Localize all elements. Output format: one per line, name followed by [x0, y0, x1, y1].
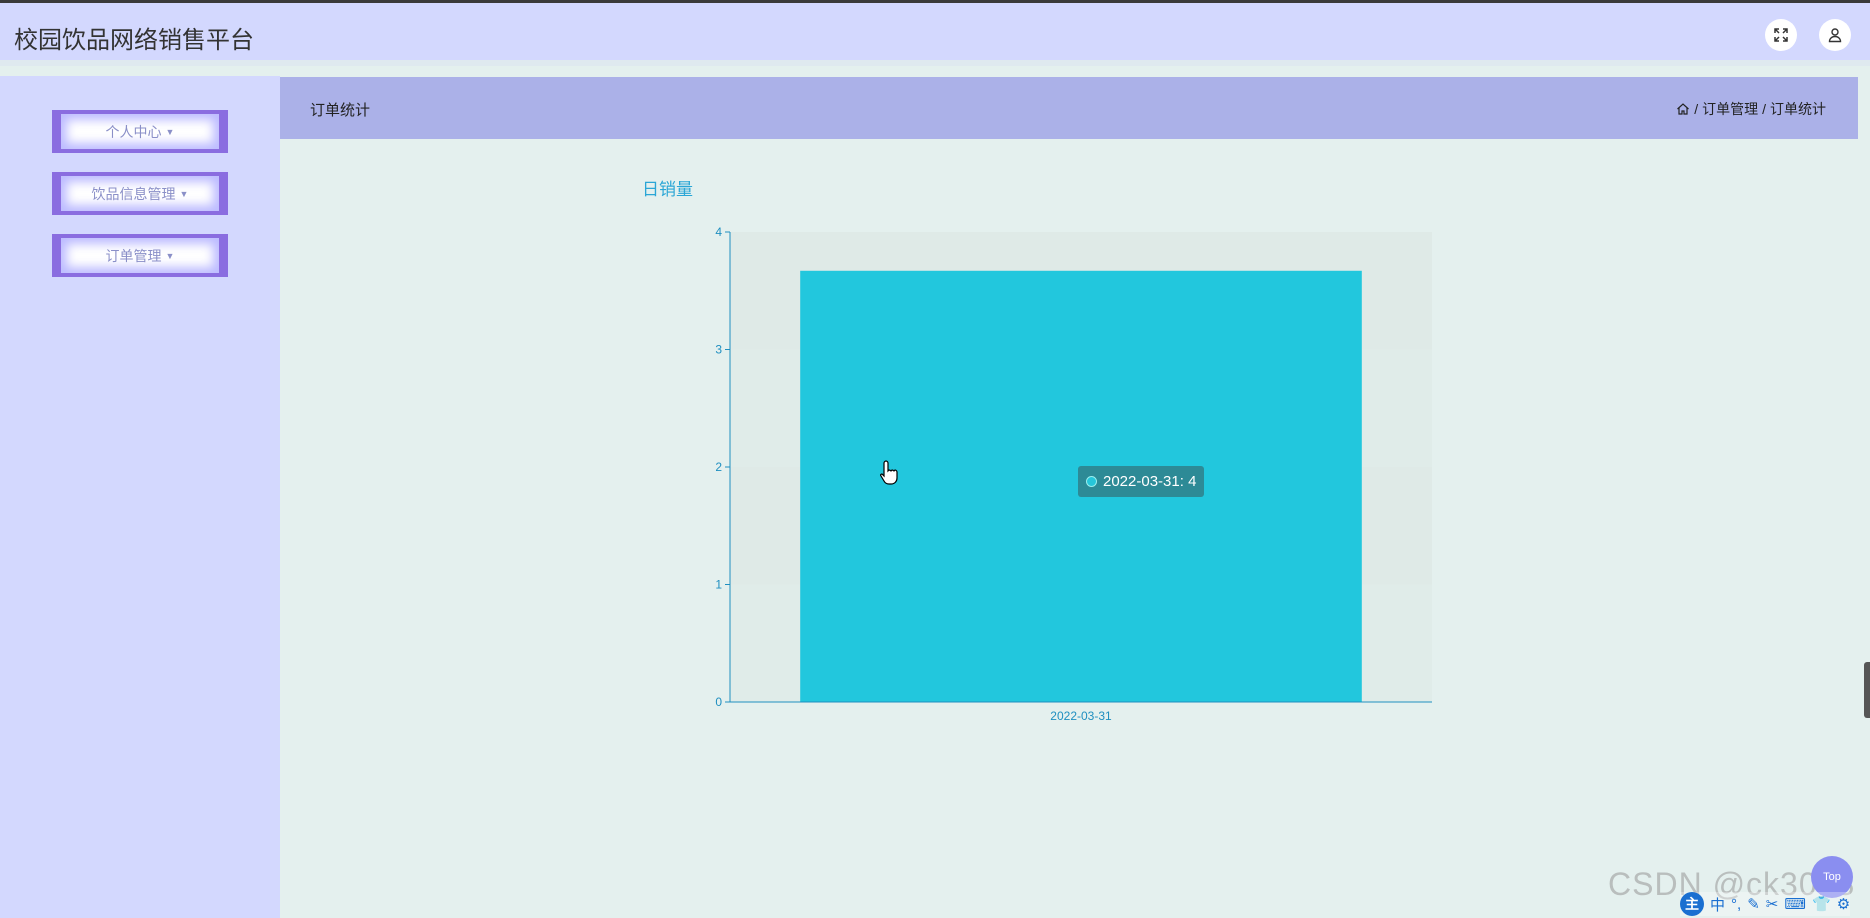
ime-logo[interactable]: 主: [1680, 892, 1704, 916]
y-tick-label: 1: [715, 578, 722, 592]
gear-icon[interactable]: ⚙: [1837, 895, 1850, 913]
shirt-icon[interactable]: 👕: [1812, 895, 1831, 913]
series-dot-icon: [1086, 476, 1097, 487]
punctuation-icon[interactable]: °,: [1731, 896, 1741, 913]
fullscreen-button[interactable]: [1765, 19, 1797, 51]
caret-down-icon: ▼: [165, 126, 175, 137]
sidebar-item-personal-center[interactable]: 个人中心 ▼: [52, 110, 228, 153]
tooltip-text: 2022-03-31: 4: [1103, 473, 1197, 490]
user-button[interactable]: [1819, 19, 1851, 51]
app-title: 校园饮品网络销售平台: [14, 27, 254, 54]
scissors-icon[interactable]: ✂: [1766, 895, 1779, 913]
sidebar-item-inner: 订单管理 ▼: [61, 238, 219, 273]
y-tick-label: 3: [715, 343, 722, 357]
breadcrumb-separator: /: [1762, 101, 1766, 117]
top-header: 校园饮品网络销售平台: [0, 3, 1870, 66]
user-icon: [1828, 28, 1842, 43]
home-icon[interactable]: [1676, 102, 1690, 116]
ime-toolbar: 主 中 °, ✎ ✂ ⌨ 👕 ⚙: [1680, 892, 1851, 916]
expand-icon: [1774, 28, 1788, 42]
sidebar-item-inner: 个人中心 ▼: [61, 114, 219, 149]
sidebar-item-order-management[interactable]: 订单管理 ▼: [52, 234, 228, 277]
sidebar-item-inner: 饮品信息管理 ▼: [61, 176, 219, 211]
keyboard-icon[interactable]: ⌨: [1784, 895, 1806, 913]
caret-down-icon: ▼: [165, 250, 175, 261]
breadcrumb-item-order-stats: 订单统计: [1770, 101, 1826, 117]
y-tick-label: 0: [715, 695, 722, 709]
breadcrumb-separator: /: [1694, 101, 1699, 117]
chart-title: 日销量: [642, 180, 693, 199]
sidebar-item-label: 订单管理: [105, 247, 162, 264]
sidebar-item-label: 个人中心: [105, 123, 162, 140]
chart-tooltip: 2022-03-31: 4: [1078, 466, 1205, 497]
sidebar: 个人中心 ▼ 饮品信息管理 ▼ 订单管理 ▼: [0, 76, 280, 918]
sidebar-item-label: 饮品信息管理: [91, 185, 176, 202]
y-tick-label: 2: [715, 460, 722, 474]
hand-cursor-icon: [879, 460, 898, 485]
side-panel-handle[interactable]: [1864, 662, 1870, 718]
y-tick-label: 4: [715, 225, 722, 239]
pen-icon[interactable]: ✎: [1747, 895, 1760, 913]
breadcrumb-bar: 订单统计 / 订单管理 / 订单统计: [280, 77, 1858, 139]
ime-mode[interactable]: 中: [1710, 894, 1725, 915]
x-tick-label: 2022-03-31: [1050, 709, 1112, 723]
breadcrumb: / 订单管理 / 订单统计: [1676, 99, 1826, 119]
caret-down-icon: ▼: [179, 188, 189, 199]
page-title: 订单统计: [310, 102, 371, 119]
sidebar-item-drink-info[interactable]: 饮品信息管理 ▼: [52, 172, 228, 215]
breadcrumb-item-order-management[interactable]: 订单管理: [1702, 99, 1758, 119]
